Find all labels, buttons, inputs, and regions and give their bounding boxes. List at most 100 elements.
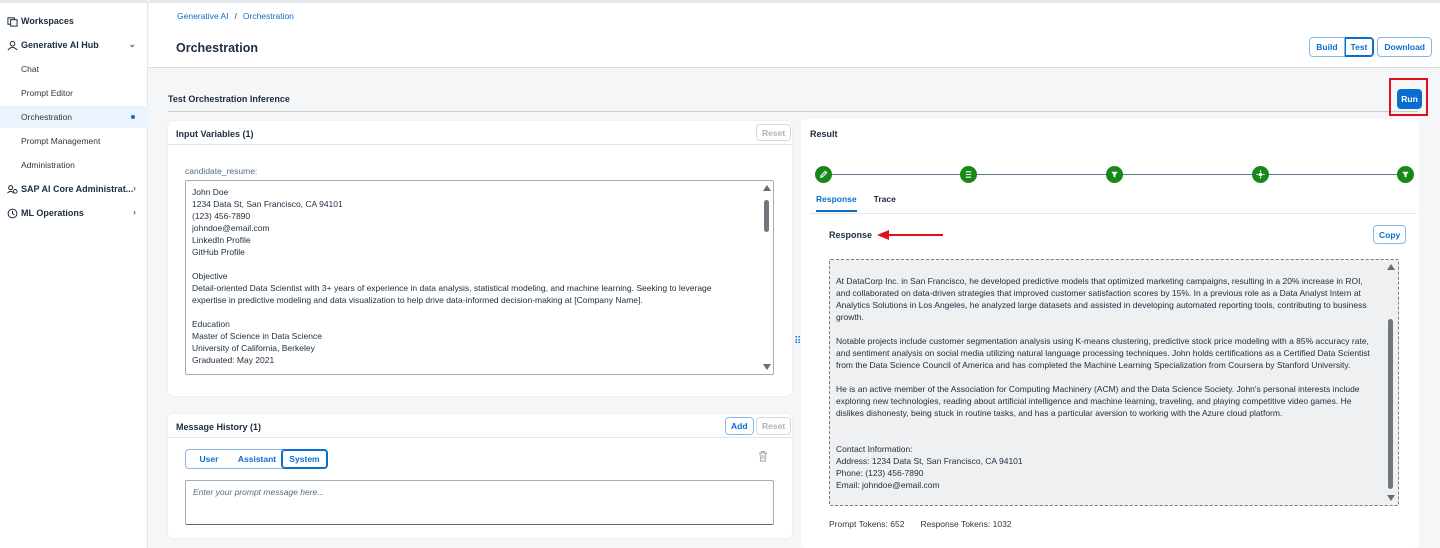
response-output[interactable]: At DataCorp Inc. in San Francisco, he de…	[829, 259, 1399, 506]
run-highlight: Run	[1389, 78, 1428, 116]
reset-variables-button[interactable]: Reset	[756, 124, 792, 141]
pipeline-step-templating[interactable]	[815, 166, 832, 183]
text-line	[836, 371, 1376, 383]
prompt-message-input[interactable]: Enter your prompt message here...	[185, 480, 774, 525]
response-text: At DataCorp Inc. in San Francisco, he de…	[836, 275, 1376, 505]
text-line	[192, 306, 743, 318]
download-button[interactable]: Download	[1377, 37, 1432, 57]
filter-icon	[1402, 171, 1409, 178]
sidebar-item-label: Chat	[21, 64, 39, 74]
breadcrumb-separator: /	[234, 11, 237, 21]
pipeline-step-filter[interactable]	[1106, 166, 1123, 183]
annotation-arrow-icon	[877, 230, 943, 240]
token-usage: Prompt Tokens: 652 Response Tokens: 1032	[829, 519, 1012, 529]
sidebar-item-ml-operations[interactable]: ML Operations ›	[0, 202, 148, 224]
add-message-button[interactable]: Add	[725, 417, 754, 435]
sidebar-item-orchestration[interactable]: Orchestration	[0, 106, 148, 128]
scroll-down-icon[interactable]	[1387, 495, 1395, 501]
response-scrollbar[interactable]	[1385, 262, 1395, 503]
tab-response[interactable]: Response	[816, 194, 857, 212]
sidebar-item-ai-core-admin[interactable]: SAP AI Core Administrat... ›	[0, 178, 148, 200]
message-history-card: Message History (1) Add Reset User Assis…	[168, 414, 792, 538]
role-assistant[interactable]: Assistant	[232, 450, 282, 468]
text-line: University of California, Berkeley	[192, 343, 315, 353]
variable-name-label: candidate_resume:	[185, 166, 258, 176]
text-line: Objective	[192, 271, 228, 281]
sidebar-item-workspaces[interactable]: Workspaces	[0, 10, 148, 32]
text-line	[192, 258, 743, 270]
mode-toggle: Build Test	[1309, 37, 1375, 57]
sidebar-item-label: Generative AI Hub	[21, 40, 99, 50]
sidebar-item-administration[interactable]: Administration	[0, 154, 148, 176]
list-icon	[965, 171, 972, 178]
resize-handle-icon[interactable]: ⠿	[794, 336, 801, 348]
workspaces-icon	[7, 16, 18, 27]
text-line: johndoe@email.com	[192, 223, 270, 233]
pipeline-step-input-filter[interactable]	[960, 166, 977, 183]
textarea-content: John Doe 1234 Data St, San Francisco, CA …	[192, 186, 743, 366]
sidebar-item-label: ML Operations	[21, 208, 84, 218]
textarea-scrollbar[interactable]	[761, 183, 771, 372]
sidebar-item-prompt-management[interactable]: Prompt Management	[0, 130, 148, 152]
reset-messages-button[interactable]: Reset	[756, 417, 792, 435]
scroll-thumb[interactable]	[764, 200, 769, 232]
response-title: Response	[829, 230, 873, 240]
test-button[interactable]: Test	[1344, 37, 1375, 57]
response-tokens: Response Tokens: 1032	[920, 519, 1012, 529]
sidebar-item-prompt-editor[interactable]: Prompt Editor	[0, 82, 148, 104]
page-title: Orchestration	[176, 41, 258, 55]
text-line: Notable projects include customer segmen…	[836, 336, 1370, 370]
copy-button[interactable]: Copy	[1373, 225, 1407, 244]
card-header: Input Variables (1) Reset	[168, 121, 792, 145]
card-header: Message History (1) Add Reset	[168, 414, 792, 438]
pipeline-step-model[interactable]	[1252, 166, 1269, 183]
pipeline-step-output-filter[interactable]	[1397, 166, 1414, 183]
scroll-up-icon[interactable]	[1387, 264, 1395, 270]
text-line	[836, 431, 1376, 443]
role-system[interactable]: System	[281, 449, 328, 469]
chevron-right-icon: ›	[133, 183, 136, 193]
sidebar: Workspaces Generative AI Hub ⌄ Chat Prom…	[0, 0, 148, 548]
chevron-right-icon: ›	[133, 207, 136, 217]
breadcrumb-orchestration[interactable]: Orchestration	[243, 11, 294, 21]
sidebar-item-chat[interactable]: Chat	[0, 58, 148, 80]
scroll-down-icon[interactable]	[763, 364, 771, 370]
candidate-resume-textarea[interactable]: John Doe 1234 Data St, San Francisco, CA …	[185, 180, 774, 375]
text-line: Phone: (123) 456-7890	[836, 468, 924, 478]
text-line: LinkedIn Profile	[192, 235, 251, 245]
breadcrumb: Generative AI / Orchestration	[177, 11, 294, 21]
section-title: Test Orchestration Inference	[168, 94, 290, 104]
input-variables-card: Input Variables (1) Reset candidate_resu…	[168, 121, 792, 396]
tab-trace[interactable]: Trace	[874, 194, 896, 212]
scroll-up-icon[interactable]	[763, 185, 771, 191]
sidebar-item-label: SAP AI Core Administrat...	[21, 184, 134, 194]
scroll-thumb[interactable]	[1388, 319, 1393, 489]
role-user[interactable]: User	[186, 450, 232, 468]
text-line: GitHub Profile	[192, 247, 245, 257]
active-indicator	[131, 115, 135, 119]
ai-core-admin-icon	[7, 184, 18, 195]
text-line	[836, 323, 1376, 335]
card-title: Message History (1)	[176, 422, 262, 432]
text-line: He is an active member of the Associatio…	[836, 384, 1360, 418]
trash-icon[interactable]	[758, 450, 768, 462]
text-line	[836, 419, 1376, 431]
main-content: Generative AI / Orchestration Orchestrat…	[149, 0, 1440, 548]
run-button[interactable]: Run	[1397, 89, 1422, 109]
sidebar-item-generative-ai-hub[interactable]: Generative AI Hub ⌄	[0, 34, 148, 56]
text-line: Contact Information:	[836, 444, 913, 454]
sidebar-item-label: Workspaces	[21, 16, 74, 26]
build-button[interactable]: Build	[1309, 37, 1345, 57]
ml-operations-icon	[7, 208, 18, 219]
filter-icon	[1111, 171, 1118, 178]
chevron-down-icon: ⌄	[128, 39, 136, 49]
text-line: Email: johndoe@email.com	[836, 480, 940, 490]
section-divider	[168, 111, 1418, 112]
text-line	[836, 491, 1376, 503]
breadcrumb-generative-ai[interactable]: Generative AI	[177, 11, 229, 21]
text-line: Education	[192, 319, 230, 329]
result-title: Result	[810, 129, 838, 139]
text-line: Address: 1234 Data St, San Francisco, CA…	[836, 456, 1023, 466]
page-header: Generative AI / Orchestration Orchestrat…	[149, 0, 1440, 68]
text-line: Master of Science in Data Science	[192, 331, 322, 341]
